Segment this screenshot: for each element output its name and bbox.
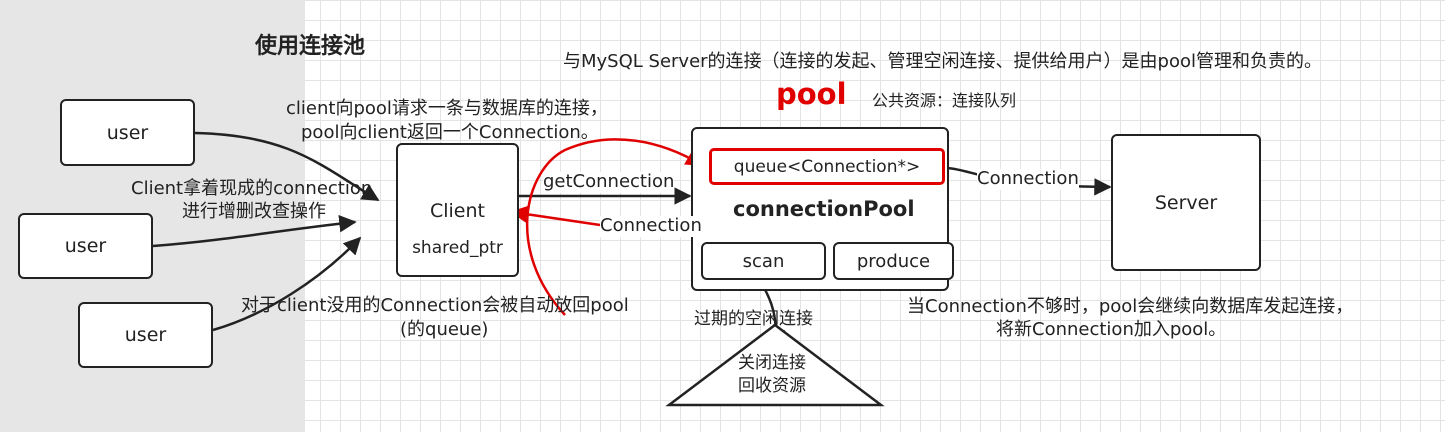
produce-box[interactable]: produce [833, 242, 954, 280]
server-connection-label: Connection [977, 168, 1079, 190]
queue-label: queue<Connection*> [733, 156, 921, 177]
get-connection-label: getConnection [543, 171, 675, 193]
connection-pool-label: connectionPool [733, 197, 915, 221]
user-box-1[interactable]: user [60, 99, 195, 166]
user2-to-client-arrow [152, 214, 357, 248]
client-box[interactable]: Client shared_ptr [396, 143, 519, 277]
pool-title: pool [776, 77, 847, 111]
server-box[interactable]: Server [1111, 134, 1261, 271]
auto-return-note-line2: (的queue) [400, 319, 489, 340]
close-note-line2: 回收资源 [738, 376, 806, 396]
insufficient-note-line2: 将新Connection加入pool。 [996, 319, 1227, 340]
close-note-line1: 关闭连接 [738, 353, 806, 373]
client-crud-note-line1: Client拿着现成的connection [131, 178, 373, 199]
auto-return-note-line1: 对于client没用的Connection会被自动放回pool [241, 295, 629, 316]
client-crud-note-line2: 进行增删改查操作 [182, 201, 326, 222]
queue-box[interactable]: queue<Connection*> [709, 148, 945, 185]
server-label: Server [1154, 191, 1218, 214]
user-box-2[interactable]: user [18, 213, 153, 279]
user-label: user [106, 121, 149, 144]
pool-resource-note: 公共资源：连接队列 [872, 91, 1017, 110]
shared-ptr-label: shared_ptr [412, 238, 503, 258]
return-connection-label: Connection [600, 215, 702, 237]
user-label: user [124, 324, 167, 346]
client-request-note-line1: client向pool请求一条与数据库的连接， [286, 98, 608, 119]
expired-note: 过期的空闲连接 [694, 309, 813, 329]
top-note: 与MySQL Server的连接（连接的发起、管理空闲连接、提供给用户）是由po… [563, 51, 1323, 72]
user-label: user [64, 235, 107, 257]
scan-label: scan [742, 250, 785, 272]
produce-label: produce [856, 250, 931, 272]
insufficient-note-line1: 当Connection不够时，pool会继续向数据库发起连接， [907, 296, 1354, 317]
heading: 使用连接池 [255, 34, 366, 59]
return-connection-arrow [510, 205, 601, 227]
scan-box[interactable]: scan [701, 242, 826, 280]
client-label: Client [429, 200, 485, 222]
client-request-note-line2: pool向client返回一个Connection。 [301, 122, 599, 143]
user-box-3[interactable]: user [78, 302, 213, 368]
